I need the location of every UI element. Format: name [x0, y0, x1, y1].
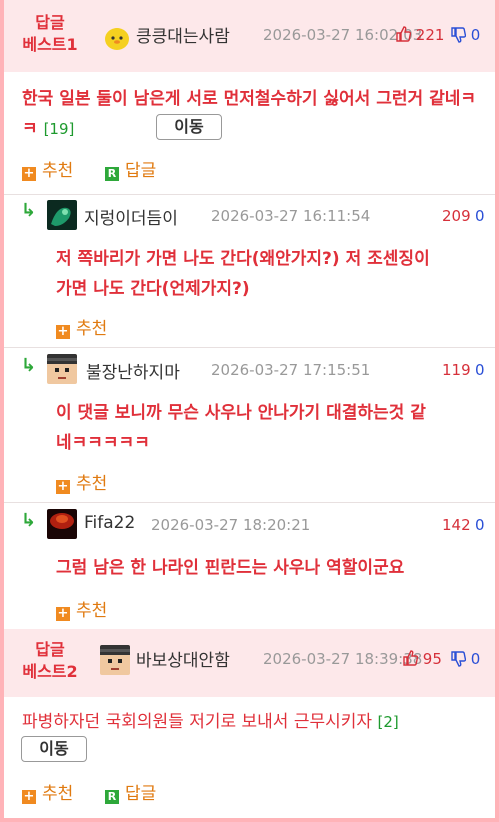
recommend-button[interactable]: + 추천 — [56, 596, 107, 621]
recommend-button[interactable]: + 추천 — [56, 314, 107, 339]
comment-date: 2026-03-27 17:15:51 — [211, 361, 371, 379]
upvote-count[interactable]: 95 — [402, 650, 442, 668]
reply-button[interactable]: R 답글 — [105, 156, 156, 181]
avatar — [47, 200, 77, 230]
recommend-button[interactable]: + 추천 — [56, 469, 107, 494]
reply-arrow-icon: ↳ — [21, 355, 37, 376]
thumbs-up-icon[interactable] — [395, 26, 416, 44]
plus-icon: + — [56, 606, 70, 621]
plus-icon: + — [56, 479, 70, 494]
reply-icon: R — [105, 167, 119, 181]
move-button[interactable]: 이동 — [21, 736, 87, 762]
avatar — [102, 22, 132, 52]
author-nick[interactable]: 킁킁대는사람 — [136, 22, 230, 47]
comment-date: 2026-03-27 18:39:38 — [263, 650, 423, 668]
reply-button[interactable]: R 답글 — [105, 779, 156, 804]
divider — [4, 347, 495, 348]
author-nick[interactable]: 바보상대안함 — [136, 646, 230, 671]
avatar — [47, 509, 77, 539]
move-button[interactable]: 이동 — [156, 114, 222, 140]
best2-content: 파병하자던 국회의원들 저기로 보내서 근무시키자 [2] — [22, 712, 399, 732]
reply-icon: R — [105, 790, 119, 804]
avatar — [47, 354, 77, 384]
best1-header: 답글 베스트1 킁킁대는사람 2026-03-27 16:02:03 221 0 — [4, 0, 495, 72]
avatar — [100, 645, 130, 675]
downvote-count: 0 — [475, 516, 485, 534]
best1-content: 한국 일본 둘이 남은게 서로 먼저철수하기 싫어서 그런거 같네ㅋㅋ [19] — [22, 89, 476, 139]
plus-icon: + — [56, 324, 70, 339]
reply-arrow-icon: ↳ — [21, 200, 37, 221]
best1-label: 답글 베스트1 — [22, 13, 78, 54]
downvote-count: 0 — [475, 361, 485, 379]
downvote-count[interactable]: 0 — [450, 650, 480, 668]
divider — [4, 502, 495, 503]
best2-header: 답글 베스트2 바보상대안함 2026-03-27 18:39:38 95 0 — [4, 629, 495, 697]
recommend-button[interactable]: + 추천 — [22, 156, 73, 181]
reply-count: [2] — [377, 713, 399, 731]
downvote-count: 0 — [475, 207, 485, 225]
thumbs-up-icon[interactable] — [402, 650, 423, 668]
upvote-count: 142 — [442, 516, 471, 534]
upvote-count: 209 — [442, 207, 471, 225]
reply-count: [19] — [43, 120, 75, 138]
thumbs-down-icon[interactable] — [450, 26, 471, 44]
reply-content: 이 댓글 보니까 무슨 사우나 안나가기 대결하는것 같 네ㅋㅋㅋㅋㅋ — [56, 403, 426, 453]
upvote-count: 119 — [442, 361, 471, 379]
comment-list: 답글 베스트1 킁킁대는사람 2026-03-27 16:02:03 221 0 — [4, 0, 495, 818]
comment-date: 2026-03-27 18:20:21 — [151, 516, 311, 534]
plus-icon: + — [22, 166, 36, 181]
thumbs-down-icon[interactable] — [450, 650, 471, 668]
reply-arrow-icon: ↳ — [21, 510, 37, 531]
author-nick[interactable]: 불장난하지마 — [86, 358, 180, 383]
author-nick[interactable]: Fifa22 — [84, 513, 135, 533]
downvote-count[interactable]: 0 — [450, 26, 480, 44]
recommend-button[interactable]: + 추천 — [22, 779, 73, 804]
divider — [4, 194, 495, 195]
upvote-count[interactable]: 221 — [395, 26, 444, 44]
reply-content: 그럼 남은 한 나라인 핀란드는 사우나 역할이군요 — [56, 558, 405, 578]
author-nick[interactable]: 지렁이더듬이 — [84, 204, 178, 229]
best2-label: 답글 베스트2 — [22, 640, 78, 681]
comment-date: 2026-03-27 16:11:54 — [211, 207, 371, 225]
reply-content: 저 쪽바리가 가면 나도 간다(왜안가지?) 저 조센징이 가면 나도 간다(언… — [56, 249, 430, 299]
plus-icon: + — [22, 789, 36, 804]
